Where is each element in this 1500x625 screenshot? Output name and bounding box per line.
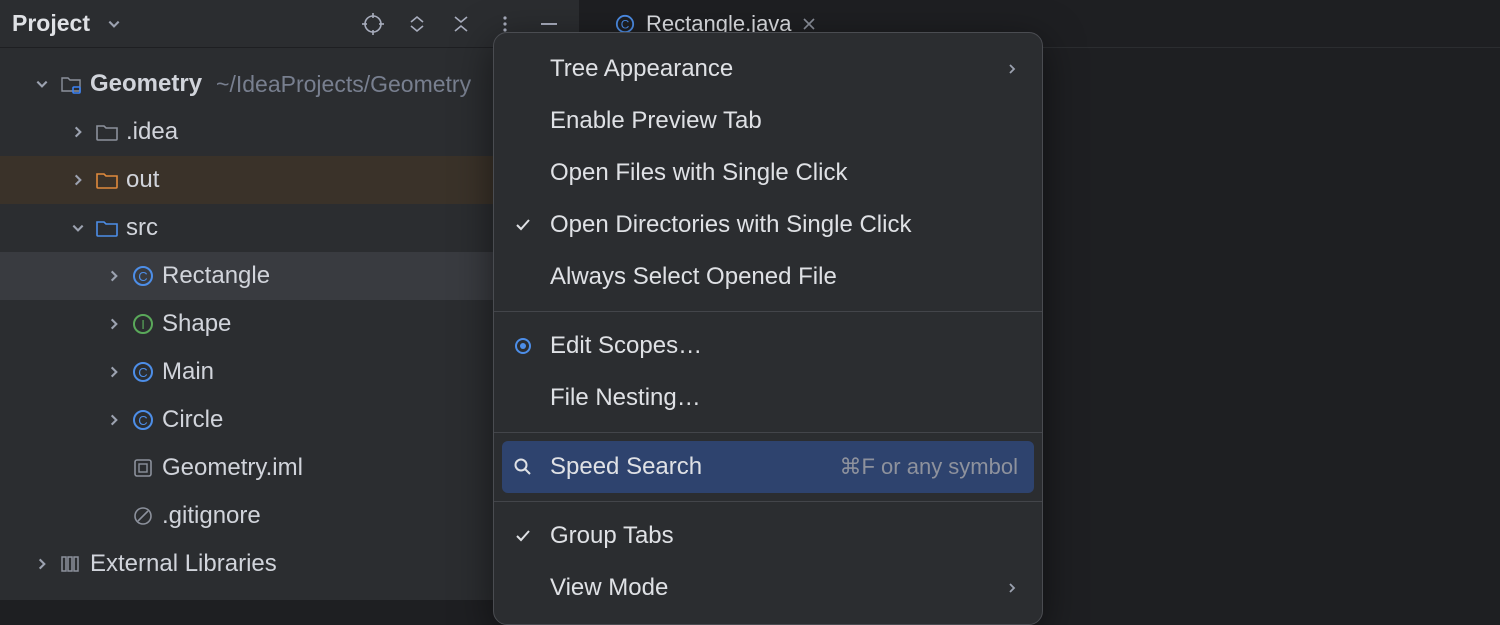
svg-text:I: I [141, 317, 145, 332]
check-icon [510, 216, 536, 234]
collapse-all-icon[interactable] [443, 6, 479, 42]
excluded-folder-icon [96, 169, 118, 191]
menu-divider [494, 501, 1042, 502]
libraries-icon [60, 553, 82, 575]
menu-view-mode[interactable]: View Mode [494, 562, 1042, 614]
class-name: Rectangle [162, 262, 270, 290]
module-folder-icon [60, 73, 82, 95]
menu-group-tabs[interactable]: Group Tabs [494, 510, 1042, 562]
external-libraries-label: External Libraries [90, 550, 277, 578]
menu-divider [494, 432, 1042, 433]
chevron-right-icon[interactable] [32, 554, 52, 574]
source-folder-icon [96, 217, 118, 239]
menu-always-select-opened[interactable]: Always Select Opened File [494, 251, 1042, 303]
menu-edit-scopes[interactable]: Edit Scopes… [494, 320, 1042, 372]
chevron-down-icon[interactable] [104, 14, 124, 34]
menu-shortcut: ⌘F or any symbol [840, 454, 1019, 480]
chevron-right-icon[interactable] [104, 362, 124, 382]
interface-icon: I [132, 313, 154, 335]
chevron-right-icon[interactable] [104, 314, 124, 334]
menu-speed-search[interactable]: Speed Search ⌘F or any symbol [502, 441, 1034, 493]
menu-divider [494, 311, 1042, 312]
class-name: Shape [162, 310, 231, 338]
svg-text:C: C [138, 365, 147, 380]
chevron-right-icon[interactable] [104, 266, 124, 286]
folder-icon [96, 121, 118, 143]
menu-open-files-single-click[interactable]: Open Files with Single Click [494, 147, 1042, 199]
svg-text:C: C [138, 413, 147, 428]
folder-name: .idea [126, 118, 178, 146]
class-icon: C [132, 409, 154, 431]
class-name: Circle [162, 406, 223, 434]
chevron-right-icon[interactable] [68, 170, 88, 190]
folder-name: out [126, 166, 159, 194]
menu-file-nesting[interactable]: File Nesting… [494, 372, 1042, 424]
project-path: ~/IdeaProjects/Geometry [216, 71, 471, 98]
expand-all-icon[interactable] [399, 6, 435, 42]
module-file-icon [132, 457, 154, 479]
menu-tree-appearance[interactable]: Tree Appearance [494, 43, 1042, 95]
scopes-icon [510, 336, 536, 356]
search-icon [510, 457, 536, 477]
folder-name: src [126, 214, 158, 242]
chevron-right-icon [1006, 63, 1018, 75]
chevron-right-icon[interactable] [104, 410, 124, 430]
target-icon[interactable] [355, 6, 391, 42]
menu-open-dirs-single-click[interactable]: Open Directories with Single Click [494, 199, 1042, 251]
chevron-down-icon[interactable] [32, 74, 52, 94]
close-icon[interactable] [802, 17, 816, 31]
check-icon [510, 527, 536, 545]
chevron-right-icon [1006, 582, 1018, 594]
chevron-right-icon[interactable] [68, 122, 88, 142]
file-name: .gitignore [162, 502, 261, 530]
class-icon: C [132, 361, 154, 383]
sidebar-header: Project [0, 0, 579, 48]
project-name: Geometry [90, 70, 202, 98]
svg-text:C: C [621, 17, 630, 31]
chevron-down-icon[interactable] [68, 218, 88, 238]
class-name: Main [162, 358, 214, 386]
file-name: Geometry.iml [162, 454, 303, 482]
class-icon: C [132, 265, 154, 287]
tree-options-menu: Tree Appearance Enable Preview Tab Open … [493, 32, 1043, 625]
sidebar-title[interactable]: Project [12, 10, 90, 37]
menu-enable-preview-tab[interactable]: Enable Preview Tab [494, 95, 1042, 147]
ignore-file-icon [132, 505, 154, 527]
svg-text:C: C [138, 269, 147, 284]
